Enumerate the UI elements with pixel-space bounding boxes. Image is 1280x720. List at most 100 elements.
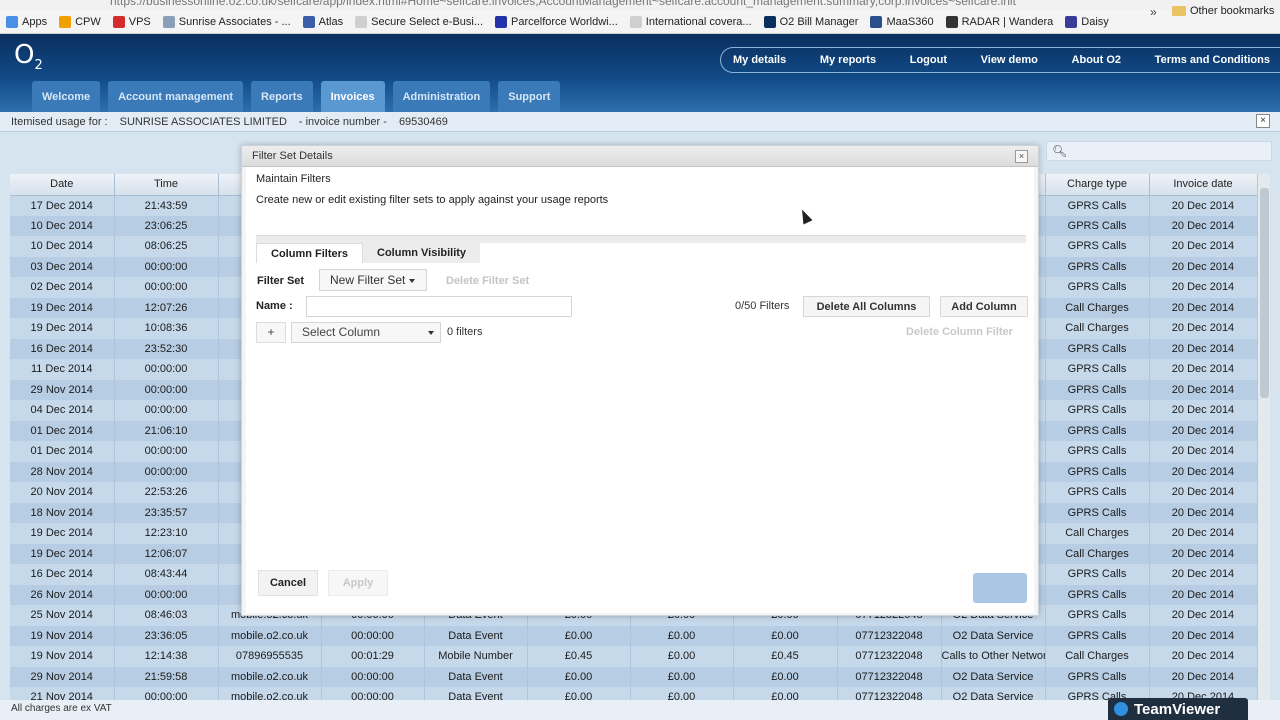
filter-set-select[interactable]: New Filter Set [319,269,427,291]
tab-account-management[interactable]: Account management [108,81,244,112]
table-cell: 20 Dec 2014 [1149,277,1257,298]
table-cell: 08:06:25 [114,236,219,257]
tab-column-visibility[interactable]: Column Visibility [363,243,481,263]
close-report-button[interactable]: × [1256,114,1270,128]
table-cell: Data Event [424,625,528,646]
bookmark-item[interactable]: O2 Bill Manager [763,15,858,28]
table-cell: GPRS Calls [1045,256,1150,277]
teamviewer-badge[interactable]: TeamViewer [1108,698,1248,720]
table-cell: 20 Dec 2014 [1149,297,1257,318]
bookmark-item[interactable]: VPS [112,15,151,28]
add-filter-button[interactable]: + [256,322,286,343]
table-cell: 07712322048 [837,646,942,667]
table-cell: 08:43:44 [114,564,219,585]
tab-administration[interactable]: Administration [392,81,491,112]
table-cell: 20 Dec 2014 [1149,584,1257,605]
tab-reports[interactable]: Reports [251,81,313,112]
dialog-title-bar[interactable]: Filter Set Details × [242,146,1038,167]
table-cell: 20 Dec 2014 [1149,400,1257,421]
table-cell: £0.00 [630,625,734,646]
bookmark-item[interactable]: RADAR | Wandera [945,15,1053,28]
table-cell: 00:00:00 [114,441,219,462]
table-cell: 17 Dec 2014 [10,195,115,216]
table-cell: 01 Dec 2014 [10,420,115,441]
column-header[interactable]: Time [114,174,219,196]
vat-note: All charges are ex VAT [11,703,112,714]
table-row[interactable]: 19 Nov 2014 23:36:05 mobile.o2.co.uk 00:00:… [10,625,1257,646]
table-cell: Mobile Number [424,646,528,667]
search-input[interactable]: 🔍︎ [1046,141,1272,161]
invoice-company: SUNRISE ASSOCIATES LIMITED [119,115,287,128]
view-demo-link[interactable]: View demo [981,54,1038,66]
bookmark-item[interactable]: CPW [59,15,101,28]
name-input[interactable] [306,296,572,317]
bookmark-item[interactable]: Secure Select e-Busi... [355,15,483,28]
table-cell: 20 Dec 2014 [1149,318,1257,339]
table-cell: 16 Dec 2014 [10,338,115,359]
dialog-close-button[interactable]: × [1015,150,1028,163]
table-cell: 07712322048 [837,666,942,687]
tab-welcome[interactable]: Welcome [32,81,101,112]
bookmark-label: Atlas [318,15,344,28]
delete-all-columns-button[interactable]: Delete All Columns [803,296,930,317]
filter-set-value: New Filter Set [330,273,406,287]
table-cell: 20 Dec 2014 [1149,543,1257,564]
table-cell: 21 Nov 2014 [10,687,115,700]
apply-button[interactable]: Apply [328,570,388,596]
bookmark-item[interactable]: Apps [6,15,47,28]
scrollbar-thumb[interactable] [1260,188,1269,398]
tab-invoices[interactable]: Invoices [320,81,385,112]
table-cell: 07712322048 [837,687,942,700]
table-cell: 29 Nov 2014 [10,666,115,687]
dialog-body: Maintain Filters Create new or edit exis… [246,167,1034,613]
cancel-button[interactable]: Cancel [258,570,318,596]
browser-url-bar[interactable]: https://businessonline.o2.co.uk/selfcare… [0,0,1280,10]
table-cell: mobile.o2.co.uk [218,687,322,700]
table-cell: O2 Data Service [941,666,1046,687]
table-row[interactable]: 29 Nov 2014 21:59:58 mobile.o2.co.uk 00:00:… [10,666,1257,687]
bookmark-item[interactable]: Sunrise Associates - ... [162,15,291,28]
bookmark-item[interactable]: Parcelforce Worldwi... [495,15,618,28]
other-bookmarks-button[interactable]: Other bookmarks [1172,5,1274,17]
select-column-dropdown[interactable]: Select Column [291,322,441,343]
table-scrollbar[interactable] [1257,174,1270,700]
about-o2-link[interactable]: About O2 [1072,54,1122,66]
teamviewer-label: TeamViewer [1134,700,1221,718]
my-reports-link[interactable]: My reports [820,54,876,66]
table-cell: 23:36:05 [114,625,219,646]
table-cell: 23:35:57 [114,502,219,523]
my-details-link[interactable]: My details [733,54,786,66]
terms-link[interactable]: Terms and Conditions [1155,54,1270,66]
daisy-icon [1065,15,1078,28]
bookmark-label: MaaS360 [886,15,934,28]
table-cell: 10 Dec 2014 [10,215,115,236]
table-cell: 19 Dec 2014 [10,543,115,564]
bookmark-item[interactable]: Daisy [1065,15,1109,28]
bookmark-item[interactable]: MaaS360 [870,15,934,28]
bookmark-item[interactable]: International covera... [629,15,752,28]
column-header[interactable]: Invoice date [1149,174,1257,196]
table-cell: GPRS Calls [1045,400,1150,421]
parcelforce-icon [495,15,508,28]
table-cell: 21:43:59 [114,195,219,216]
column-header[interactable]: Charge type [1045,174,1150,196]
apps-grid-icon [6,15,18,28]
table-cell: 12:23:10 [114,523,219,544]
tab-column-filters[interactable]: Column Filters [256,243,364,263]
table-row[interactable]: 21 Nov 2014 00:00:00 mobile.o2.co.uk 00:00:… [10,687,1257,700]
table-cell: Data Event [424,687,528,700]
tab-support[interactable]: Support [498,81,561,112]
table-cell: O2 Data Service [941,625,1046,646]
search-icon: 🔍︎ [1052,144,1068,158]
o2-logo[interactable]: O2 [14,40,43,73]
save-button[interactable] [973,573,1027,603]
bookmark-item[interactable]: Atlas [302,15,344,28]
add-column-button[interactable]: Add Column [940,296,1028,317]
table-row[interactable]: 19 Nov 2014 12:14:38 07896955535 00:01:29 Mo… [10,646,1257,667]
logout-link[interactable]: Logout [910,54,947,66]
bookmarks-more-button[interactable]: » [1150,5,1157,19]
page-icon [629,15,642,28]
delete-column-filter-button[interactable]: Delete Column Filter [906,326,1013,338]
column-header[interactable]: Date [10,174,115,196]
delete-filter-set-button[interactable]: Delete Filter Set [446,275,529,287]
